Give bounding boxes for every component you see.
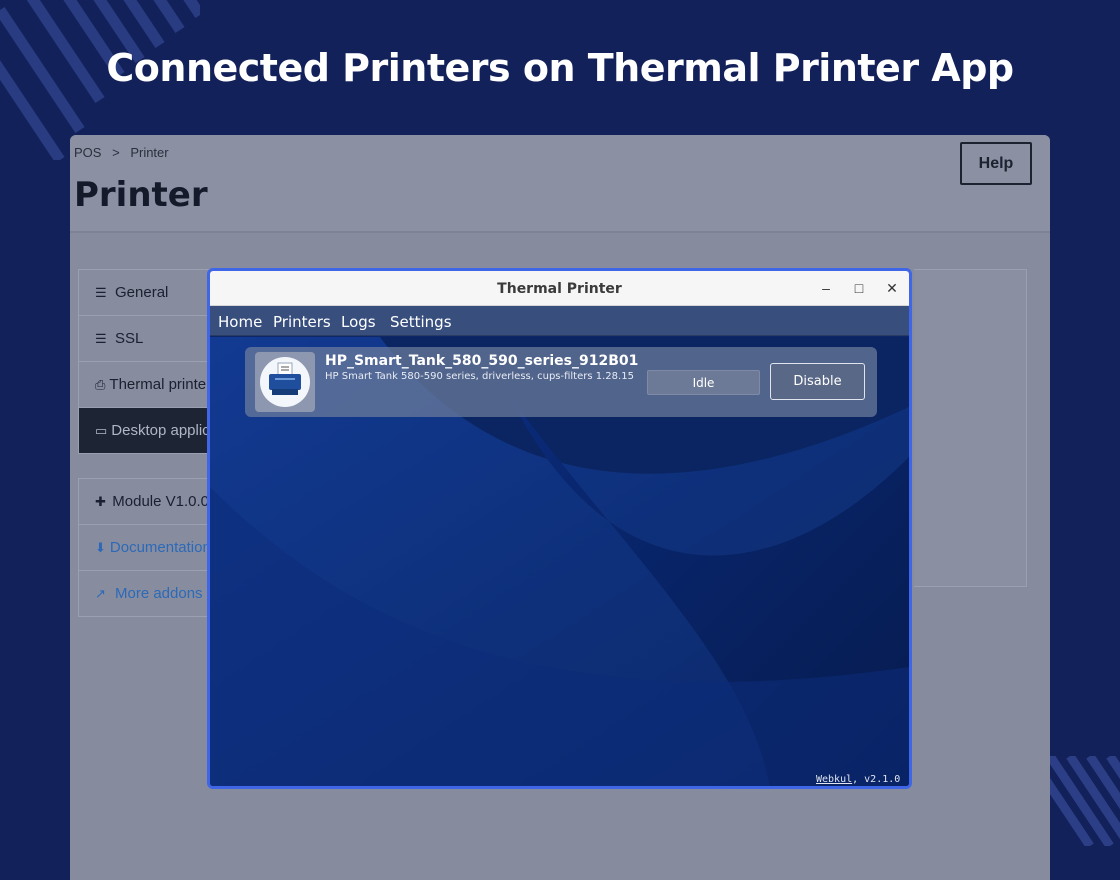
menu-printers[interactable]: Printers xyxy=(273,313,331,331)
window-title: Thermal Printer xyxy=(497,281,622,297)
side-item-ssl[interactable]: ☰ SSL xyxy=(78,315,210,361)
side-item-label: SSL xyxy=(115,330,144,347)
side-item-label: Documentation xyxy=(109,539,210,556)
menu-home[interactable]: Home xyxy=(218,313,262,331)
printer-status-button[interactable]: Idle xyxy=(647,370,760,395)
help-button[interactable]: Help xyxy=(960,142,1032,185)
menu-settings[interactable]: Settings xyxy=(390,313,452,331)
printer-icon: ⎙ xyxy=(95,376,106,392)
app-version: , v2.1.0 xyxy=(852,774,901,785)
printer-icon xyxy=(260,357,310,407)
desktop-icon: ▭ xyxy=(95,422,108,438)
admin-header: POS > Printer Printer Help xyxy=(70,135,1050,233)
side-item-label: General xyxy=(115,284,169,301)
puzzle-icon: ✚ xyxy=(95,493,106,509)
content-panel xyxy=(914,269,1027,587)
side-item-module-version: ✚ Module V1.0.0 xyxy=(78,478,210,524)
side-item-label: More addons xyxy=(115,585,203,602)
page-title: Printer xyxy=(74,175,208,215)
app-menubar: Home Printers Logs Settings xyxy=(210,306,909,336)
documentation-link[interactable]: ⬇ Documentation xyxy=(78,524,210,570)
side-item-label: Desktop application xyxy=(111,422,210,439)
external-link-icon: ↗ xyxy=(95,585,106,601)
side-item-label: Module V1.0.0 xyxy=(112,493,209,510)
thermal-printer-window: Thermal Printer – □ ✕ Home Printers Logs… xyxy=(207,268,912,789)
breadcrumb-separator: > xyxy=(112,145,120,160)
breadcrumb-pos[interactable]: POS xyxy=(74,145,101,160)
window-titlebar[interactable]: Thermal Printer – □ ✕ xyxy=(210,271,909,306)
settings-side-menu: ☰ General ☰ SSL ⎙ Thermal printer ▭ Desk… xyxy=(78,269,210,617)
printer-card: HP_Smart_Tank_580_590_series_912B01 HP S… xyxy=(245,347,877,417)
server-icon: ☰ xyxy=(95,330,107,346)
more-addons-link[interactable]: ↗ More addons xyxy=(78,570,210,616)
side-item-general[interactable]: ☰ General xyxy=(78,269,210,315)
printer-name: HP_Smart_Tank_580_590_series_912B01 xyxy=(325,353,639,369)
maximize-icon[interactable]: □ xyxy=(848,277,870,299)
side-item-desktop-application[interactable]: ▭ Desktop application xyxy=(78,407,210,453)
decorative-stripes xyxy=(1040,756,1120,846)
server-icon: ☰ xyxy=(95,284,107,300)
breadcrumb: POS > Printer xyxy=(74,145,176,160)
minimize-icon[interactable]: – xyxy=(815,277,837,299)
printer-description: HP Smart Tank 580-590 series, driverless… xyxy=(325,371,634,382)
disable-button[interactable]: Disable xyxy=(770,363,865,400)
breadcrumb-printer: Printer xyxy=(130,145,169,160)
side-item-thermal-printer[interactable]: ⎙ Thermal printer xyxy=(78,361,210,407)
printer-avatar xyxy=(255,352,315,412)
footer-credit: Webkul, v2.1.0 xyxy=(816,774,900,785)
close-icon[interactable]: ✕ xyxy=(881,277,903,299)
side-item-label: Thermal printer xyxy=(109,376,210,393)
webkul-link[interactable]: Webkul xyxy=(816,774,852,785)
banner-title: Connected Printers on Thermal Printer Ap… xyxy=(106,46,1014,90)
download-icon: ⬇ xyxy=(95,539,106,555)
menu-logs[interactable]: Logs xyxy=(341,313,376,331)
